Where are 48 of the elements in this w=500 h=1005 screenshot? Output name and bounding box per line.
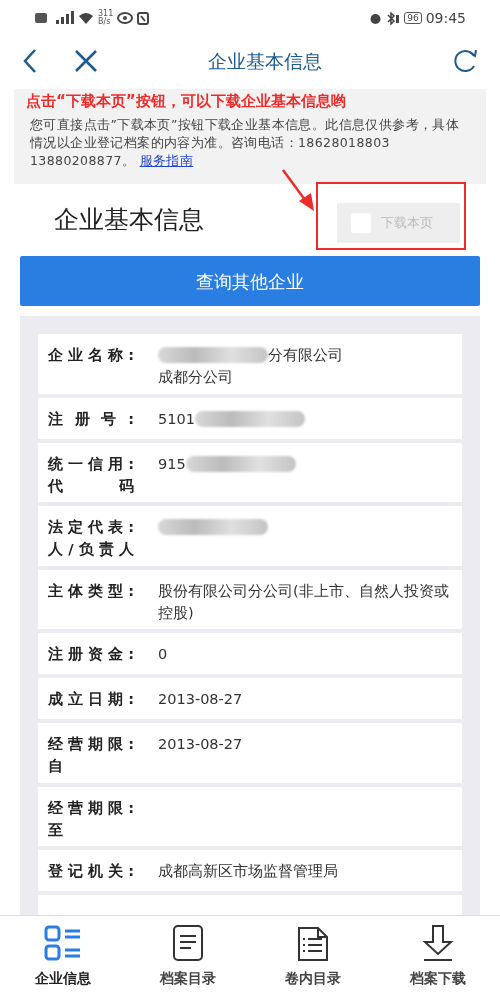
battery-icon: 96 bbox=[404, 12, 422, 24]
field-value: 915 bbox=[158, 454, 186, 474]
speed-unit: B/s bbox=[98, 18, 111, 26]
field-label: 企业名称: bbox=[48, 346, 134, 365]
wifi-icon bbox=[78, 11, 94, 25]
field-label: 经营期限: bbox=[48, 798, 134, 818]
field-value: 5101 bbox=[158, 409, 195, 429]
field-label: 登记机关: bbox=[48, 862, 134, 881]
field-label: 至 bbox=[48, 820, 64, 840]
nav-tab[interactable]: 企业信息 bbox=[0, 916, 125, 1005]
nav-tab[interactable]: 卷内目录 bbox=[250, 916, 375, 1005]
field-label: 注册资金: bbox=[48, 645, 134, 664]
page-title: 企业基本信息 bbox=[207, 48, 323, 74]
field-value: 分有限公司 bbox=[268, 346, 343, 365]
nav-tab[interactable]: 档案目录 bbox=[125, 916, 250, 1005]
service-guide-link[interactable]: 服务指南 bbox=[139, 153, 194, 168]
bluetooth-icon bbox=[386, 11, 401, 25]
alarm-icon bbox=[369, 11, 383, 25]
field-value: 2013-08-27 bbox=[158, 735, 243, 754]
network-speed: 311 bbox=[98, 10, 114, 18]
eye-icon bbox=[117, 12, 134, 24]
field-value: 2013-08-27 bbox=[158, 690, 243, 709]
hd-icon bbox=[34, 12, 48, 24]
grid-list-icon bbox=[43, 924, 82, 962]
field-label: 统一信用: bbox=[48, 454, 134, 474]
section-heading: 企业基本信息 bbox=[54, 204, 205, 237]
clock: 09:45 bbox=[425, 8, 466, 28]
field-label: 注册号: bbox=[48, 409, 134, 429]
field-label: 主体类型: bbox=[48, 581, 134, 601]
field-value: 0 bbox=[158, 645, 168, 664]
annotation-arrow bbox=[281, 168, 317, 212]
field-label: 人/负责人 bbox=[48, 540, 134, 559]
nav-tab[interactable]: 档案下载 bbox=[375, 916, 500, 1005]
field-label: 自 bbox=[48, 757, 64, 776]
annotation-text: 点击“下载本页”按钮，可以下载企业基本信息哟 bbox=[26, 91, 347, 111]
back-icon[interactable] bbox=[22, 48, 38, 74]
query-other-button[interactable]: 查询其他企业 bbox=[20, 256, 480, 306]
field-value: 成都分公司 bbox=[158, 368, 233, 387]
field-label: 成立日期: bbox=[48, 690, 134, 709]
notice-text: 您可直接点击”下载本页”按钮下载企业基本信息。此信息仅供参考，具体情况以企业登记档案的内容为准。咨询电话：18628018803 13880208877。 服务指南 bbox=[30, 116, 461, 170]
refresh-icon[interactable] bbox=[452, 48, 478, 74]
close-icon[interactable] bbox=[74, 49, 98, 73]
nfc-icon bbox=[137, 11, 150, 25]
field-label: 代码 bbox=[48, 476, 134, 496]
field-label: 经营期限: bbox=[48, 735, 134, 754]
field-value: 成都高新区市场监督管理局 bbox=[158, 862, 338, 881]
field-label: 法定代表: bbox=[48, 518, 134, 537]
field-value: 股份有限公司分公司(非上市、自然人投资或控股) bbox=[158, 581, 450, 623]
